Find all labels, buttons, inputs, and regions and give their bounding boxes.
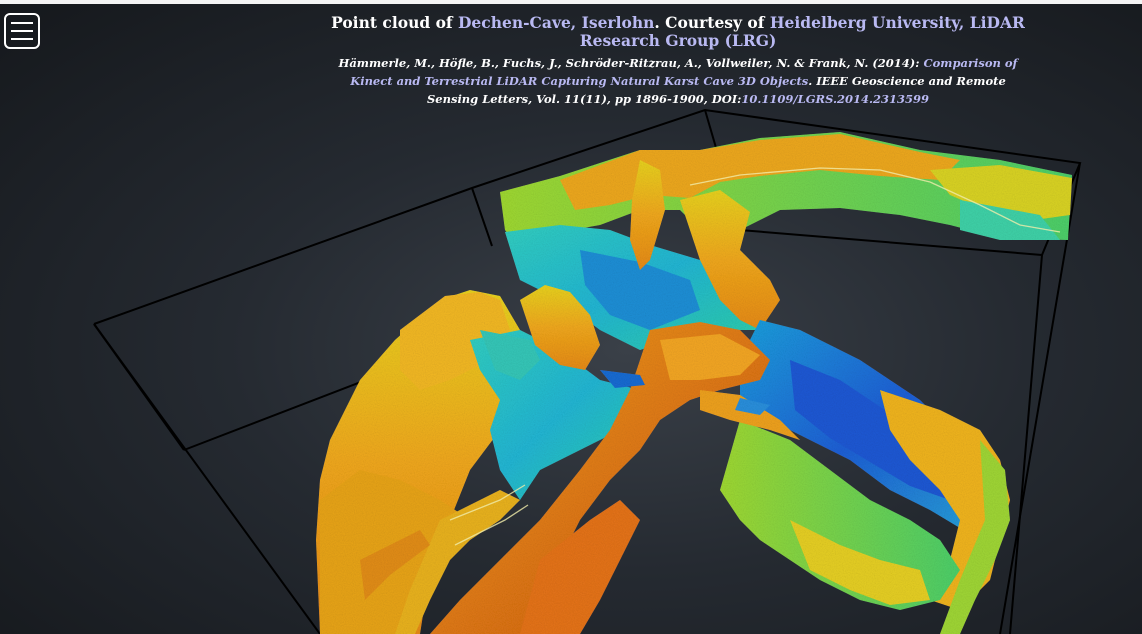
hamburger-menu-icon[interactable] bbox=[4, 13, 40, 49]
doi-link[interactable]: 10.1109/LGRS.2014.2313599 bbox=[741, 92, 929, 106]
title-mid: . Courtesy of bbox=[654, 13, 770, 32]
menu-bar bbox=[11, 22, 33, 24]
title-prefix: Point cloud of bbox=[331, 13, 458, 32]
menu-bar bbox=[11, 30, 33, 32]
attribution-header: Point cloud of Dechen-Cave, Iserlohn. Co… bbox=[330, 14, 1026, 108]
menu-bar bbox=[11, 38, 33, 40]
page-title: Point cloud of Dechen-Cave, Iserlohn. Co… bbox=[330, 14, 1026, 50]
citation: Hämmerle, M., Höfle, B., Fuchs, J., Schr… bbox=[330, 54, 1026, 108]
cave-point-cloud bbox=[316, 132, 1072, 634]
dechen-cave-link[interactable]: Dechen-Cave, Iserlohn bbox=[458, 13, 654, 32]
citation-authors: Hämmerle, M., Höfle, B., Fuchs, J., Schr… bbox=[338, 56, 924, 70]
